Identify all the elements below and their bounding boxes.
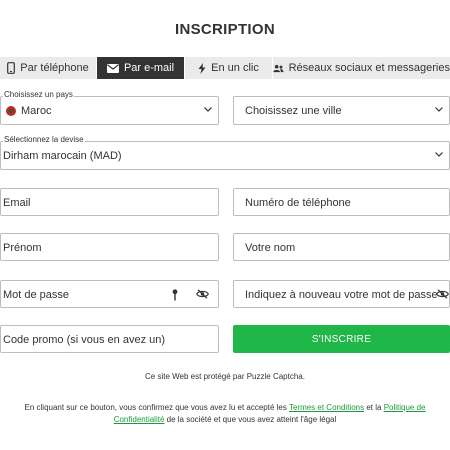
page-title: INSCRIPTION [175,21,275,38]
currency-select[interactable]: Sélectionnez la devise Dirham marocain (… [0,135,450,170]
country-label: Choisissez un pays [3,90,74,100]
tab-social-label: Réseaux sociaux et messageries [288,62,450,74]
tab-email[interactable]: Par e-mail [97,57,185,79]
morocco-flag-icon [6,106,16,116]
tab-one-click-label: En un clic [211,62,259,74]
last-name-placeholder: Votre nom [245,242,296,254]
lightning-icon [198,62,206,74]
password-confirm-field[interactable]: Indiquez à nouveau votre mot de passe [233,280,450,308]
users-icon [273,64,284,72]
password-field[interactable]: Mot de passe [0,280,219,308]
terms-link[interactable]: Termes et Conditions [289,403,364,412]
legal-text-2: et la [364,403,384,412]
eye-slash-icon[interactable] [196,289,209,299]
password-placeholder: Mot de passe [3,289,70,301]
envelope-icon [106,63,119,73]
password-confirm-placeholder: Indiquez à nouveau votre mot de passe [245,289,438,301]
last-name-field[interactable]: Votre nom [233,233,450,261]
captcha-notice: Ce site Web est protégé par Puzzle Captc… [145,372,305,381]
tab-one-click[interactable]: En un clic [185,57,273,79]
legal-notice: En cliquant sur ce bouton, vous confirme… [8,402,442,426]
city-select[interactable]: Choisissez une ville [233,96,450,125]
chevron-down-icon [204,107,212,112]
legal-text-1: En cliquant sur ce bouton, vous confirme… [24,403,289,412]
tab-email-label: Par e-mail [123,62,175,74]
legal-text-3: de la société et que vous avez atteint l… [164,415,337,424]
first-name-placeholder: Prénom [3,242,42,254]
promo-code-field[interactable]: Code promo (si vous en avez un) [0,325,219,353]
chevron-down-icon [435,107,443,112]
email-field[interactable]: Email [0,188,219,216]
tab-social[interactable]: Réseaux sociaux et messageries [273,57,450,79]
phone-placeholder: Numéro de téléphone [245,197,351,209]
country-value: Maroc [21,105,52,117]
tab-phone[interactable]: Par téléphone [0,57,97,79]
email-placeholder: Email [3,197,31,209]
tab-phone-label: Par téléphone [20,62,89,74]
city-placeholder: Choisissez une ville [245,105,342,117]
registration-tabs: Par téléphone Par e-mail En un clic Rése… [0,57,450,79]
phone-field[interactable]: Numéro de téléphone [233,188,450,216]
key-icon[interactable] [172,289,178,301]
first-name-field[interactable]: Prénom [0,233,219,261]
register-button[interactable]: S'INSCRIRE [233,325,450,353]
chevron-down-icon [435,152,443,157]
currency-value: Dirham marocain (MAD) [3,150,122,162]
phone-icon [7,62,16,74]
country-select[interactable]: Choisissez un pays Maroc [0,90,219,125]
currency-label: Sélectionnez la devise [3,135,85,145]
promo-code-placeholder: Code promo (si vous en avez un) [3,334,166,346]
eye-slash-icon[interactable] [436,289,449,299]
